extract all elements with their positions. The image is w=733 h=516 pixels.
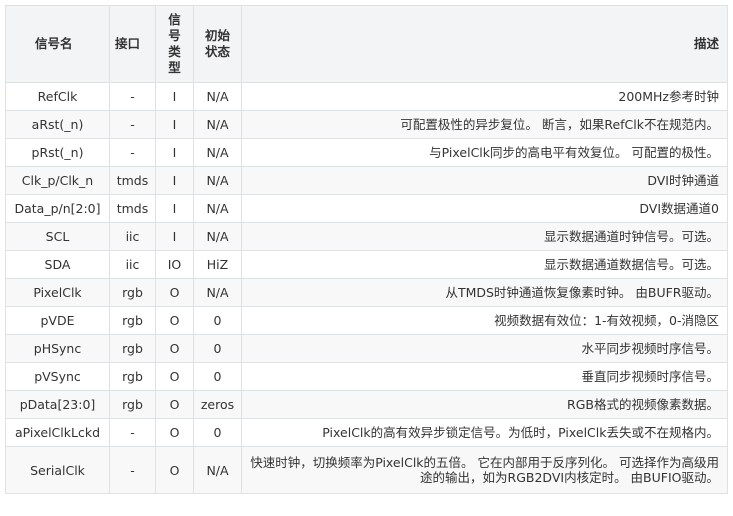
table-row: Data_p/n[2:0] tmds I N/A DVI数据通道0 (5, 194, 728, 223)
cell-signal-name: pVDE (5, 306, 110, 335)
cell-signal-name: pRst(_n) (5, 138, 110, 167)
header-interface: 接口 (109, 5, 156, 83)
cell-signal-name: SerialClk (5, 446, 110, 494)
table-row: SDA iic IO HiZ 显示数据通道数据信号。可选。 (5, 250, 728, 279)
table-row: pVDE rgb O 0 视频数据有效位：1-有效视频，0-消隐区 (5, 306, 728, 335)
cell-initial-state: zeros (193, 390, 242, 419)
header-description: 描述 (241, 5, 728, 83)
cell-interface: rgb (109, 334, 156, 363)
cell-interface: tmds (109, 194, 156, 223)
cell-signal-type: O (155, 446, 194, 494)
cell-initial-state: HiZ (193, 250, 242, 279)
header-signal-type: 信号类型 (155, 5, 194, 83)
signal-table-container: 信号名 接口 信号类型 初始状态 描述 RefClk - I N/A 200MH… (5, 5, 728, 494)
cell-description: 垂直同步视频时序信号。 (241, 362, 728, 391)
cell-initial-state: N/A (193, 194, 242, 223)
cell-description: PixelClk的高有效异步锁定信号。为低时，PixelClk丢失或不在规格内。 (241, 418, 728, 447)
cell-signal-name: PixelClk (5, 278, 110, 307)
header-signal-name: 信号名 (5, 5, 110, 83)
cell-interface: rgb (109, 362, 156, 391)
cell-signal-name: aPixelClkLckd (5, 418, 110, 447)
cell-description: 显示数据通道数据信号。可选。 (241, 250, 728, 279)
cell-description: 快速时钟，切换频率为PixelClk的五倍。 它在内部用于反序列化。 可选择作为… (241, 446, 728, 494)
cell-signal-type: O (155, 334, 194, 363)
table-row: pRst(_n) - I N/A 与PixelClk同步的高电平有效复位。 可配… (5, 138, 728, 167)
table-row: SCL iic I N/A 显示数据通道时钟信号。可选。 (5, 222, 728, 251)
cell-initial-state: N/A (193, 82, 242, 111)
table-row: pData[23:0] rgb O zeros RGB格式的视频像素数据。 (5, 390, 728, 419)
cell-interface: iic (109, 250, 156, 279)
cell-initial-state: N/A (193, 278, 242, 307)
cell-interface: rgb (109, 278, 156, 307)
cell-description: DVI数据通道0 (241, 194, 728, 223)
cell-signal-type: O (155, 278, 194, 307)
cell-initial-state: 0 (193, 334, 242, 363)
cell-initial-state: N/A (193, 446, 242, 494)
cell-signal-type: O (155, 306, 194, 335)
cell-signal-type: I (155, 194, 194, 223)
cell-initial-state: N/A (193, 166, 242, 195)
table-header-row: 信号名 接口 信号类型 初始状态 描述 (5, 5, 728, 83)
cell-signal-type: O (155, 362, 194, 391)
cell-signal-type: O (155, 418, 194, 447)
cell-interface: rgb (109, 390, 156, 419)
cell-description: 与PixelClk同步的高电平有效复位。 可配置的极性。 (241, 138, 728, 167)
cell-signal-type: I (155, 138, 194, 167)
cell-signal-type: IO (155, 250, 194, 279)
header-initial-state: 初始状态 (193, 5, 242, 83)
table-row: aRst(_n) - I N/A 可配置极性的异步复位。 断言，如果RefClk… (5, 110, 728, 139)
cell-signal-type: I (155, 166, 194, 195)
cell-initial-state: N/A (193, 138, 242, 167)
cell-signal-name: pHSync (5, 334, 110, 363)
cell-interface: tmds (109, 166, 156, 195)
table-row: aPixelClkLckd - O 0 PixelClk的高有效异步锁定信号。为… (5, 418, 728, 447)
cell-signal-name: pData[23:0] (5, 390, 110, 419)
table-row: SerialClk - O N/A 快速时钟，切换频率为PixelClk的五倍。… (5, 446, 728, 494)
cell-signal-name: Data_p/n[2:0] (5, 194, 110, 223)
cell-initial-state: N/A (193, 110, 242, 139)
cell-signal-name: pVSync (5, 362, 110, 391)
cell-interface: rgb (109, 306, 156, 335)
table-row: Clk_p/Clk_n tmds I N/A DVI时钟通道 (5, 166, 728, 195)
table-row: RefClk - I N/A 200MHz参考时钟 (5, 82, 728, 111)
signal-table: 信号名 接口 信号类型 初始状态 描述 RefClk - I N/A 200MH… (5, 5, 728, 494)
cell-description: 200MHz参考时钟 (241, 82, 728, 111)
table-row: pVSync rgb O 0 垂直同步视频时序信号。 (5, 362, 728, 391)
cell-signal-type: O (155, 390, 194, 419)
cell-interface: iic (109, 222, 156, 251)
cell-signal-name: aRst(_n) (5, 110, 110, 139)
cell-signal-name: SCL (5, 222, 110, 251)
cell-signal-name: SDA (5, 250, 110, 279)
table-row: pHSync rgb O 0 水平同步视频时序信号。 (5, 334, 728, 363)
cell-initial-state: 0 (193, 418, 242, 447)
cell-interface: - (109, 446, 156, 494)
cell-description: 显示数据通道时钟信号。可选。 (241, 222, 728, 251)
cell-signal-type: I (155, 222, 194, 251)
cell-signal-name: Clk_p/Clk_n (5, 166, 110, 195)
cell-signal-name: RefClk (5, 82, 110, 111)
cell-signal-type: I (155, 82, 194, 111)
cell-initial-state: 0 (193, 362, 242, 391)
cell-description: 从TMDS时钟通道恢复像素时钟。 由BUFR驱动。 (241, 278, 728, 307)
table-row: PixelClk rgb O N/A 从TMDS时钟通道恢复像素时钟。 由BUF… (5, 278, 728, 307)
cell-signal-type: I (155, 110, 194, 139)
cell-description: 可配置极性的异步复位。 断言，如果RefClk不在规范内。 (241, 110, 728, 139)
cell-interface: - (109, 82, 156, 111)
cell-interface: - (109, 110, 156, 139)
cell-description: 视频数据有效位：1-有效视频，0-消隐区 (241, 306, 728, 335)
cell-initial-state: 0 (193, 306, 242, 335)
cell-description: 水平同步视频时序信号。 (241, 334, 728, 363)
cell-initial-state: N/A (193, 222, 242, 251)
cell-description: RGB格式的视频像素数据。 (241, 390, 728, 419)
cell-interface: - (109, 138, 156, 167)
cell-interface: - (109, 418, 156, 447)
cell-description: DVI时钟通道 (241, 166, 728, 195)
